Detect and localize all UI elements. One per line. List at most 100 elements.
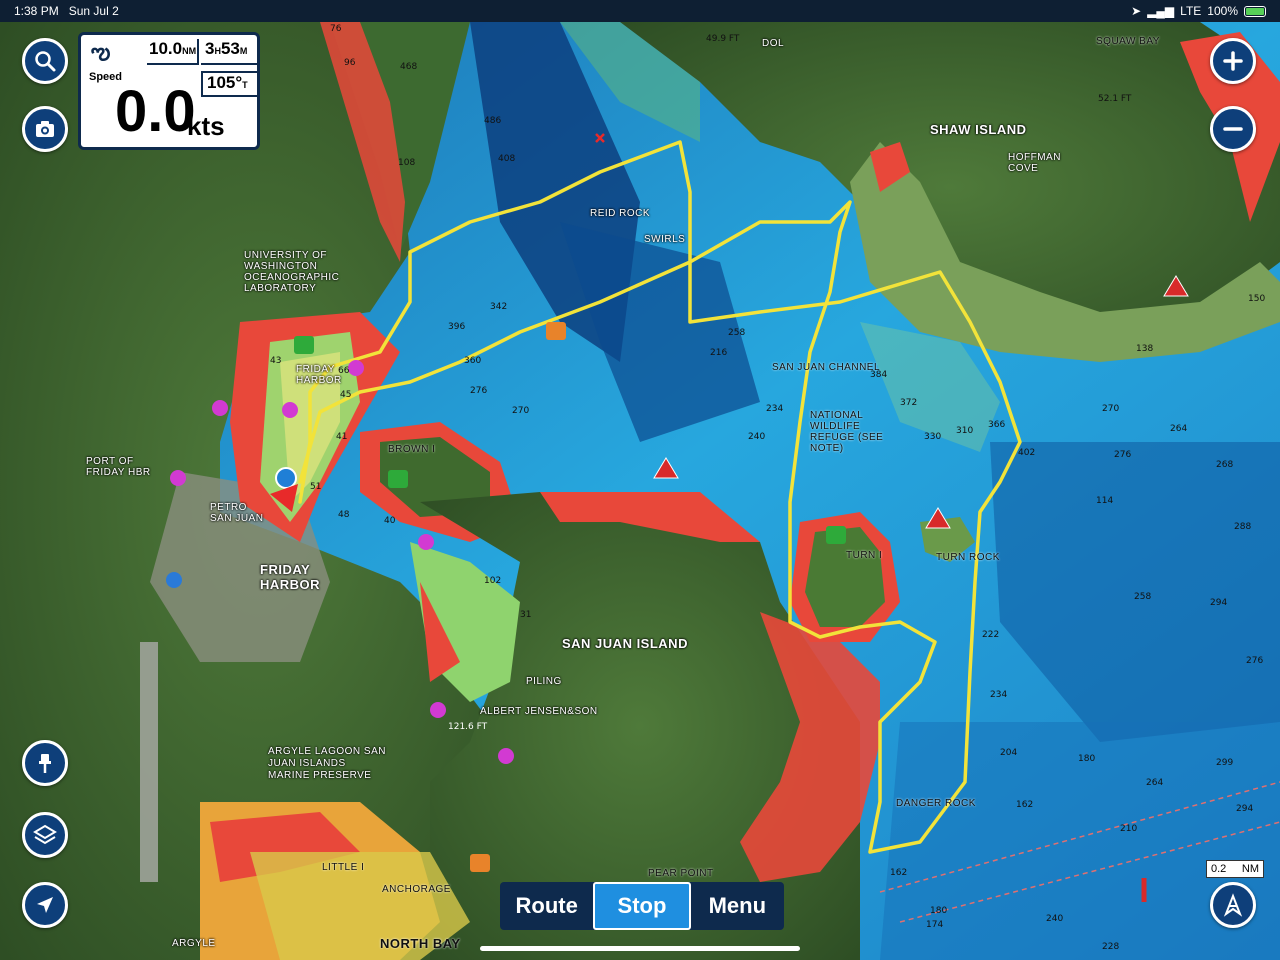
label-little-i: LITTLE I xyxy=(322,862,365,873)
nav-data-panel[interactable]: ఌ 10.0NM 3H53M Speed 105°T 0.0 kts xyxy=(78,32,260,150)
depth-sounding: 180 xyxy=(930,906,948,916)
layers-button[interactable] xyxy=(22,812,68,858)
eta-readout: 3H53M xyxy=(201,39,257,65)
label-brown-i: BROWN I xyxy=(388,444,436,455)
depth-sounding: 408 xyxy=(498,154,516,164)
stop-button[interactable]: Stop xyxy=(593,882,691,930)
label-san-juan-channel: SAN JUAN CHANNEL xyxy=(772,362,881,373)
depth-sounding: 96 xyxy=(344,58,356,68)
depth-sounding: 204 xyxy=(1000,748,1018,758)
label-ft-521: 52.1 FT xyxy=(1098,94,1132,104)
depth-sounding: 270 xyxy=(1102,404,1120,414)
depth-sounding: 402 xyxy=(1018,448,1036,458)
depth-sounding: 258 xyxy=(1134,592,1152,602)
depth-sounding: 310 xyxy=(956,426,974,436)
anchor-person-icon xyxy=(1223,893,1243,917)
pin-button[interactable] xyxy=(22,740,68,786)
menu-button[interactable]: Menu xyxy=(691,882,784,930)
depth-sounding: 234 xyxy=(766,404,784,414)
scale-bar: 0.2 NM xyxy=(1206,860,1264,878)
depth-sounding: 258 xyxy=(728,328,746,338)
label-ft-1216: 121.6 FT xyxy=(448,722,488,732)
zoom-in-button[interactable] xyxy=(1210,38,1256,84)
depth-sounding: 268 xyxy=(1216,460,1234,470)
camera-button[interactable] xyxy=(22,106,68,152)
depth-sounding: 180 xyxy=(1078,754,1096,764)
depth-sounding: 294 xyxy=(1210,598,1228,608)
label-pear-point: PEAR POINT xyxy=(648,868,714,879)
zoom-out-button[interactable] xyxy=(1210,106,1256,152)
depth-sounding: 342 xyxy=(490,302,508,312)
heading-unit: T xyxy=(242,80,248,90)
depth-sounding: 294 xyxy=(1236,804,1254,814)
status-bar: 1:38 PM Sun Jul 2 ➤ ▂▄▆ LTE 100% xyxy=(0,0,1280,22)
depth-sounding: 276 xyxy=(1246,656,1264,666)
depth-sounding: 240 xyxy=(748,432,766,442)
depth-sounding: 486 xyxy=(484,116,502,126)
depth-sounding: 276 xyxy=(470,386,488,396)
scale-unit: NM xyxy=(1241,863,1259,875)
depth-sounding: 76 xyxy=(330,24,342,34)
label-turn-rock: TURN ROCK xyxy=(936,552,1000,563)
label-anchorage: ANCHORAGE xyxy=(382,884,451,895)
battery-icon xyxy=(1244,5,1266,17)
chart-map[interactable]: SHAW ISLAND SQUAW BAY HOFFMAN COVE UNIVE… xyxy=(0,22,1280,960)
label-nwr: NATIONAL WILDLIFE REFUGE (SEE NOTE) xyxy=(810,410,884,454)
network-label: LTE xyxy=(1180,4,1202,18)
depth-sounding: 31 xyxy=(520,610,532,620)
location-arrow-icon xyxy=(37,897,53,913)
plus-icon xyxy=(1223,51,1243,71)
depth-sounding: 360 xyxy=(464,356,482,366)
label-shaw-island: SHAW ISLAND xyxy=(930,122,1027,137)
label-north-bay: NORTH BAY xyxy=(380,936,461,951)
home-indicator[interactable] xyxy=(480,946,800,951)
label-friday-harbor-town: FRIDAY HARBOR xyxy=(260,562,321,592)
depth-sounding: 468 xyxy=(400,62,418,72)
route-button[interactable]: Route xyxy=(500,882,593,930)
depth-sounding: 45 xyxy=(340,390,352,400)
label-ft-499: 49.9 FT xyxy=(706,34,740,44)
search-icon xyxy=(35,51,56,72)
label-port-of-friday: PORT OF FRIDAY HBR xyxy=(86,456,151,478)
heading-value: 105° xyxy=(207,73,243,92)
depth-sounding: 299 xyxy=(1216,758,1234,768)
depth-sounding: 288 xyxy=(1234,522,1252,532)
depth-sounding: 162 xyxy=(890,868,908,878)
status-right: ➤ ▂▄▆ LTE 100% xyxy=(1131,4,1266,18)
depth-sounding: 222 xyxy=(982,630,1000,640)
label-piling: PILING xyxy=(526,676,562,687)
search-button[interactable] xyxy=(22,38,68,84)
depth-sounding: 264 xyxy=(1170,424,1188,434)
distance-value: 10.0 xyxy=(149,39,183,58)
eta-m-unit: M xyxy=(239,46,248,56)
depth-sounding: 43 xyxy=(270,356,282,366)
label-dol: DOL xyxy=(762,38,785,49)
depth-sounding: 372 xyxy=(900,398,918,408)
label-reid-rock: REID ROCK xyxy=(590,208,651,219)
label-swirls: SWIRLS xyxy=(644,234,686,245)
depth-sounding: 228 xyxy=(1102,942,1120,952)
map-canvas xyxy=(0,22,1280,960)
camera-icon xyxy=(36,121,54,137)
label-squaw-bay: SQUAW BAY xyxy=(1096,36,1160,47)
depth-sounding: 40 xyxy=(384,516,396,526)
depth-sounding: 234 xyxy=(990,690,1008,700)
depth-sounding: 114 xyxy=(1096,496,1114,506)
heading-readout: 105°T xyxy=(201,71,257,97)
label-petro: PETRO SAN JUAN xyxy=(210,502,264,524)
depth-sounding: 276 xyxy=(1114,450,1132,460)
orientation-button[interactable] xyxy=(1210,882,1256,928)
app-root: 1:38 PM Sun Jul 2 ➤ ▂▄▆ LTE 100% SHAW IS… xyxy=(0,0,1280,960)
label-argyle-lagoon: ARGYLE LAGOON SAN JUAN ISLANDS MARINE PR… xyxy=(268,746,386,781)
depth-sounding: 174 xyxy=(926,920,944,930)
app-logo-icon: ఌ xyxy=(91,39,111,64)
depth-sounding: 264 xyxy=(1146,778,1164,788)
location-services-icon: ➤ xyxy=(1131,4,1142,18)
depth-sounding: 102 xyxy=(484,576,502,586)
label-argyle: ARGYLE xyxy=(172,938,216,949)
pin-icon xyxy=(39,754,51,773)
location-button[interactable] xyxy=(22,882,68,928)
label-danger-rock: DANGER ROCK xyxy=(896,798,976,809)
depth-sounding: 330 xyxy=(924,432,942,442)
label-san-juan-island: SAN JUAN ISLAND xyxy=(562,636,688,651)
